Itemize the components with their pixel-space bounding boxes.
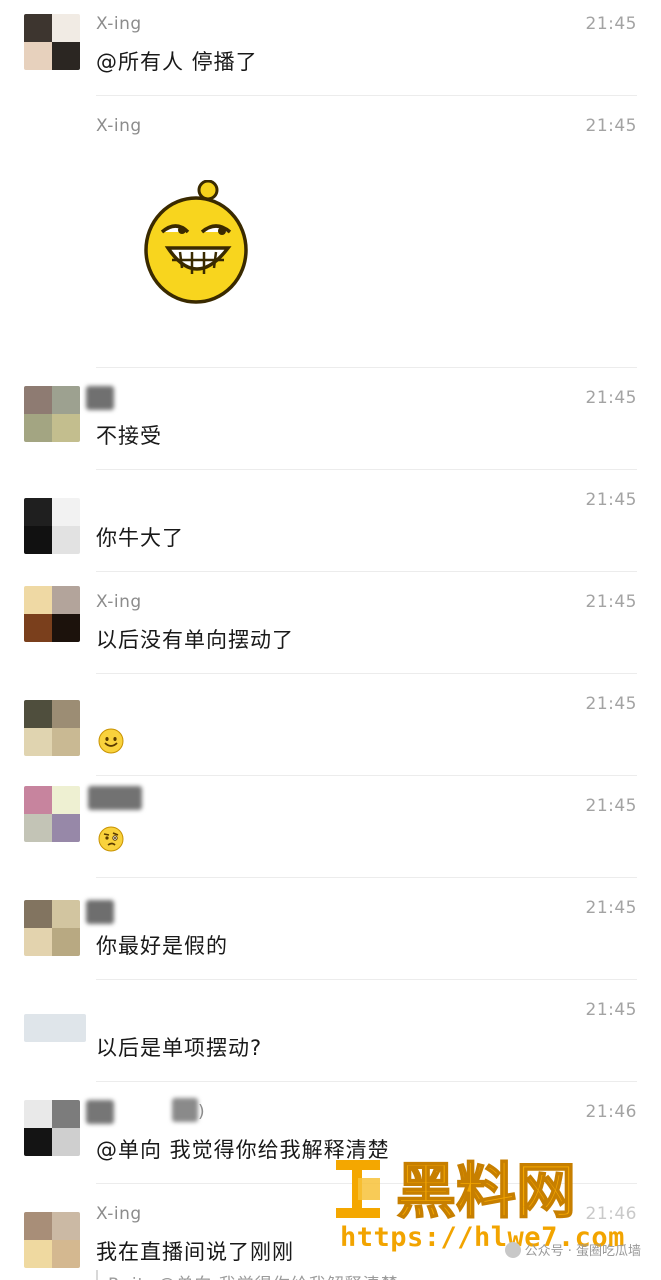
message-time: 21:45 — [585, 388, 637, 408]
avatar[interactable] — [24, 498, 80, 554]
quoted-message[interactable]: Ruit: @单向 我觉得你给我解释清楚 — [96, 1270, 399, 1280]
message-time: 21:45 — [585, 116, 637, 136]
avatar[interactable] — [24, 1100, 80, 1156]
sender-name-redacted — [86, 1100, 114, 1124]
message-time: 21:45 — [585, 592, 637, 612]
message-text[interactable]: 你最好是假的 — [96, 930, 228, 960]
chat-message: 21:45 不接受 — [0, 368, 661, 470]
message-text[interactable]: 我在直播间说了刚刚 — [96, 1236, 294, 1266]
chat-message: X-ing 21:45 以后没有单向摆动了 — [0, 572, 661, 674]
message-time: 21:45 — [585, 490, 637, 510]
message-time: 21:45 — [585, 796, 637, 816]
chat-message: X-ing 21:45 @所有人 停播了 — [0, 0, 661, 96]
sender-name-redacted — [86, 900, 114, 924]
watermark-logo-text: 黑料网 — [396, 1157, 576, 1224]
sender-name: X-ing — [96, 14, 142, 34]
message-time: 21:45 — [585, 14, 637, 34]
message-text[interactable]: 以后没有单向摆动了 — [96, 624, 294, 654]
message-text[interactable]: 你牛大了 — [96, 522, 184, 552]
avatar[interactable] — [24, 1212, 80, 1268]
sender-name-redacted — [86, 386, 114, 410]
avatar[interactable] — [24, 786, 80, 842]
avatar[interactable] — [24, 14, 80, 70]
chat-message: 21:45 你牛大了 — [0, 470, 661, 572]
avatar[interactable] — [24, 1014, 86, 1042]
avatar[interactable] — [24, 900, 80, 956]
sender-name-suffix: ) — [198, 1102, 206, 1122]
sender-name: X-ing — [96, 1204, 142, 1224]
message-time: 21:45 — [585, 1000, 637, 1020]
message-time: 21:46 — [585, 1102, 637, 1122]
watermark-public-account: 公众号 · 蛋圈吃瓜墙 — [504, 1240, 641, 1259]
avatar[interactable] — [24, 586, 80, 642]
sender-name-redacted — [88, 786, 142, 810]
sender-name: X-ing — [96, 116, 142, 136]
doubt-emoji-icon[interactable] — [98, 826, 124, 852]
avatar[interactable] — [24, 700, 80, 756]
sender-name: X-ing — [96, 592, 142, 612]
chat-message: 21:45 你最好是假的 — [0, 878, 661, 980]
smile-emoji-icon[interactable] — [98, 728, 124, 754]
watermark-logo: 黑料网 — [336, 1156, 577, 1224]
grinning-yellow-face-sticker[interactable] — [140, 180, 252, 306]
message-text[interactable]: 不接受 — [96, 420, 162, 450]
chat-message: 21:45 — [0, 776, 661, 878]
sender-name-redacted — [172, 1098, 198, 1122]
message-text[interactable]: 以后是单项摆动? — [96, 1032, 262, 1062]
message-time: 21:45 — [585, 898, 637, 918]
avatar[interactable] — [24, 386, 80, 442]
chat-message: 21:45 — [0, 674, 661, 776]
wechat-icon — [504, 1242, 521, 1258]
message-time: 21:45 — [585, 694, 637, 714]
message-text[interactable]: @所有人 停播了 — [96, 46, 258, 76]
chat-message: X-ing 21:45 — [0, 96, 661, 368]
chat-message: 21:45 以后是单项摆动? — [0, 980, 661, 1082]
